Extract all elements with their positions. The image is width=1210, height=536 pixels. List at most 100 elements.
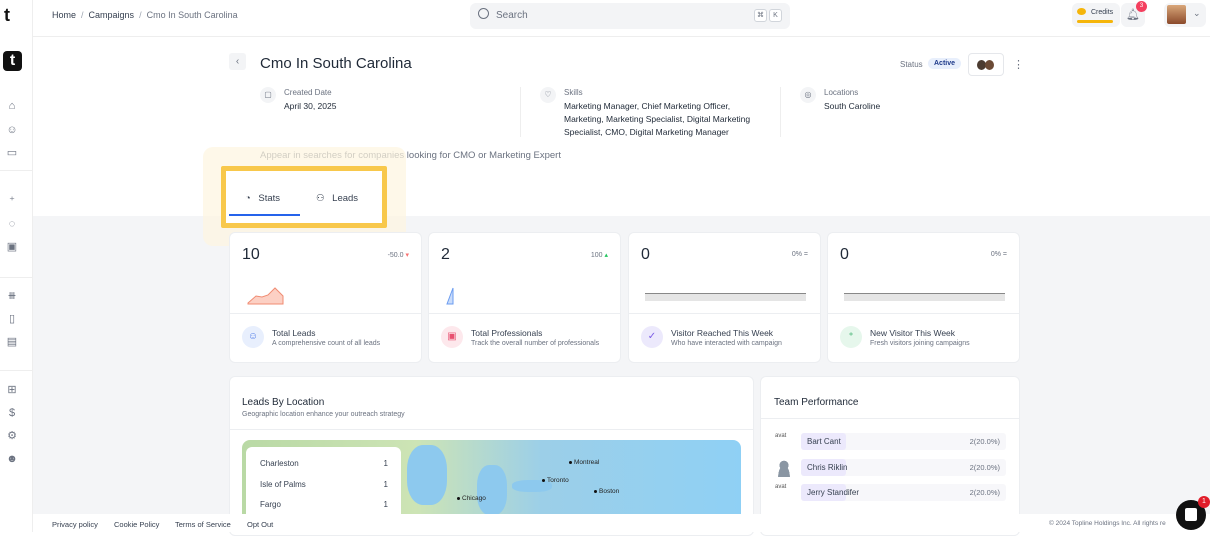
status-label: Status bbox=[900, 60, 923, 69]
skills-value: Marketing Manager, Chief Marketing Offic… bbox=[564, 101, 751, 137]
created-value: April 30, 2025 bbox=[284, 101, 337, 111]
bookmark-icon[interactable]: ▯ bbox=[5, 312, 19, 326]
breadcrumb-current: Cmo In South Carolina bbox=[146, 10, 238, 20]
stat-card-total-leads: 10 -50.0 ▾ ☺ Total Leads A comprehensive… bbox=[229, 232, 422, 363]
locations-value: South Caroline bbox=[824, 101, 881, 111]
stat-value: 0 bbox=[840, 246, 849, 263]
sparkline bbox=[844, 293, 1005, 301]
credits-button[interactable]: Credits bbox=[1072, 3, 1120, 27]
breadcrumb-home[interactable]: Home bbox=[52, 10, 76, 20]
copyright: © 2024 Topline Holdings Inc. All rights … bbox=[1049, 520, 1166, 527]
credits-bar bbox=[1077, 20, 1113, 23]
active-tab-indicator bbox=[229, 214, 300, 216]
chat-icon bbox=[1185, 508, 1197, 521]
stat-subtitle: Fresh visitors joining campaigns bbox=[870, 340, 970, 347]
tab-leads[interactable]: ⚇ Leads bbox=[316, 193, 358, 204]
status-badge: Active bbox=[928, 58, 962, 69]
team-member-row: Chris Riklin 2(20.0%) bbox=[801, 459, 1006, 476]
page-title: Cmo In South Carolina bbox=[260, 55, 412, 72]
users-icon[interactable]: ☺ bbox=[5, 123, 19, 137]
stat-title: Total Leads bbox=[272, 328, 316, 338]
stat-card-new-visitor: 0 0% = ⁺ New Visitor This Week Fresh vis… bbox=[827, 232, 1020, 363]
tab-stats-label: Stats bbox=[258, 193, 281, 204]
search-icon bbox=[478, 8, 489, 19]
map-label: Montreal bbox=[569, 459, 599, 466]
sidebar: t t ⌂ ☺ ▭ ⁺ ◌ ▣ ⧻ ▯ ▤ ⊞ $ ⚙ ☻ bbox=[0, 0, 33, 532]
tab-stats[interactable]: ◔ Stats bbox=[245, 193, 280, 204]
member-avatar: avat bbox=[775, 433, 787, 439]
section-title: Leads By Location bbox=[242, 397, 325, 408]
breadcrumb: Home / Campaigns / Cmo In South Carolina bbox=[52, 10, 238, 20]
opt-out-link[interactable]: Opt Out bbox=[247, 520, 273, 529]
map-label: Chicago bbox=[457, 495, 486, 502]
check-circle-icon: ✓ bbox=[641, 326, 663, 348]
cmd-key: ⌘ bbox=[754, 9, 767, 22]
users-icon: ☺ bbox=[242, 326, 264, 348]
stat-value: 0 bbox=[641, 246, 650, 263]
team-performance-card: Team Performance avat Bart Cant 2(20.0%) … bbox=[760, 376, 1020, 536]
location-icon: ◎ bbox=[800, 87, 816, 103]
leads-map[interactable]: Montreal Toronto Boston Chicago Charlest… bbox=[242, 440, 741, 520]
stat-value: 10 bbox=[242, 246, 260, 263]
coin-icon bbox=[1077, 8, 1086, 15]
created-label: Created Date bbox=[284, 88, 332, 97]
terms-link[interactable]: Terms of Service bbox=[175, 520, 231, 529]
team-icon[interactable]: ☻ bbox=[5, 452, 19, 466]
footer: Privacy policy Cookie Policy Terms of Se… bbox=[33, 514, 1210, 532]
stat-title: Visitor Reached This Week bbox=[671, 328, 774, 338]
stat-value: 2 bbox=[441, 246, 450, 263]
tab-leads-label: Leads bbox=[332, 193, 359, 204]
stat-change: 0% = bbox=[990, 251, 1007, 258]
privacy-policy-link[interactable]: Privacy policy bbox=[52, 520, 98, 529]
stat-card-visitor-reached: 0 0% = ✓ Visitor Reached This Week Who h… bbox=[628, 232, 821, 363]
member-avatar: avat bbox=[775, 484, 787, 490]
chat-badge: 1 bbox=[1198, 496, 1210, 508]
app-logo[interactable]: t bbox=[4, 5, 10, 26]
sparkline bbox=[247, 287, 284, 305]
user-menu[interactable]: ⌄ bbox=[1164, 3, 1206, 27]
avatar bbox=[1167, 5, 1186, 24]
stat-subtitle: Track the overall number of professional… bbox=[471, 340, 600, 347]
breadcrumb-campaigns[interactable]: Campaigns bbox=[89, 10, 135, 20]
notification-badge: 3 bbox=[1136, 1, 1147, 12]
location-row: Isle of Palms 1 bbox=[260, 480, 388, 489]
chevron-down-icon: ⌄ bbox=[1193, 8, 1201, 18]
map-label: Toronto bbox=[542, 477, 569, 484]
leads-by-location-card: Leads By Location Geographic location en… bbox=[229, 376, 754, 536]
calendar-icon[interactable]: ▣ bbox=[5, 240, 19, 254]
add-user-icon[interactable]: ⁺ bbox=[5, 194, 19, 208]
stat-subtitle: Who have interacted with campaign bbox=[671, 340, 782, 347]
sliders-icon[interactable]: ⧻ bbox=[5, 289, 19, 303]
pie-chart-icon: ◔ bbox=[245, 193, 251, 204]
k-key: K bbox=[769, 9, 782, 22]
document-icon[interactable]: ▤ bbox=[5, 335, 19, 349]
home-icon[interactable]: ⌂ bbox=[5, 99, 19, 113]
integrations-icon[interactable]: ⊞ bbox=[5, 383, 19, 397]
locations-label: Locations bbox=[824, 88, 859, 97]
cookie-policy-link[interactable]: Cookie Policy bbox=[114, 520, 159, 529]
chat-icon[interactable]: ◌ bbox=[5, 217, 19, 231]
search-placeholder: Search bbox=[496, 10, 528, 21]
monitor-icon[interactable]: ▭ bbox=[5, 146, 19, 160]
section-subtitle: Geographic location enhance your outreac… bbox=[242, 411, 405, 418]
stat-subtitle: A comprehensive count of all leads bbox=[272, 340, 381, 347]
more-options-icon[interactable]: ⋮ bbox=[1013, 58, 1024, 71]
briefcase-icon: ▣ bbox=[441, 326, 463, 348]
team-member-row: Jerry Standifer 2(20.0%) bbox=[801, 484, 1006, 501]
stat-title: New Visitor This Week bbox=[870, 328, 956, 338]
settings-icon[interactable]: ⚙ bbox=[5, 429, 19, 443]
stat-change: -50.0 ▾ bbox=[387, 252, 409, 259]
billing-icon[interactable]: $ bbox=[5, 406, 19, 420]
sparkline bbox=[645, 293, 806, 301]
calendar-icon: ▢ bbox=[260, 87, 276, 103]
stat-change: 100 ▴ bbox=[590, 252, 608, 259]
stat-card-total-professionals: 2 100 ▴ ▣ Total Professionals Track the … bbox=[428, 232, 621, 363]
back-button[interactable]: ‹ bbox=[229, 53, 246, 70]
search-input[interactable]: Search ⌘ K bbox=[470, 3, 790, 29]
sparkline bbox=[446, 287, 454, 305]
lightbulb-icon: ♡ bbox=[540, 87, 556, 103]
team-avatars[interactable] bbox=[968, 53, 1004, 76]
stat-title: Total Professionals bbox=[471, 328, 543, 338]
workspace-logo[interactable]: t bbox=[3, 51, 22, 71]
skills-label: Skills bbox=[564, 88, 583, 97]
